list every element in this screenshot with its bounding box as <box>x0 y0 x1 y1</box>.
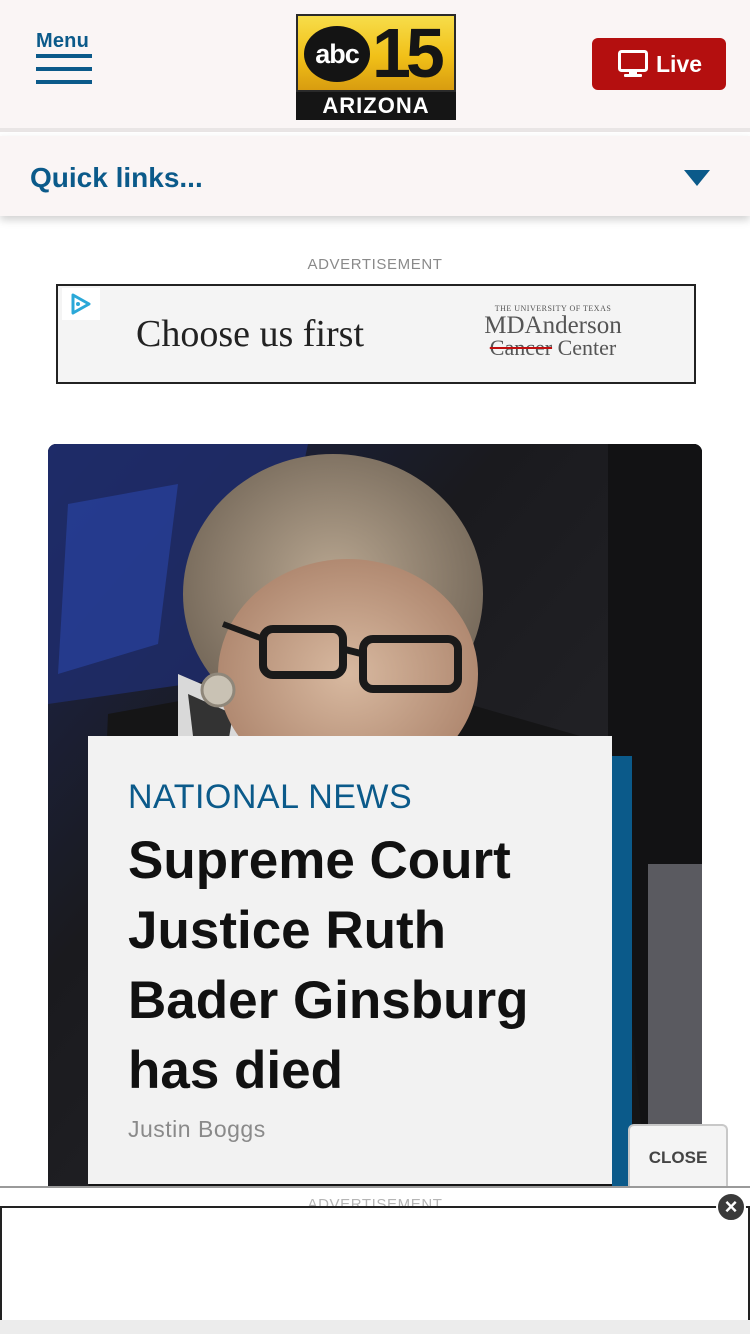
ad-brand-cancer: Cancer <box>489 335 553 360</box>
bottom-strip <box>0 1320 750 1334</box>
top-story-card[interactable]: NATIONAL NEWS Supreme Court Justice Ruth… <box>48 444 702 1204</box>
hamburger-icon <box>36 54 92 93</box>
logo-badge: abc 15 <box>296 14 456 92</box>
story-category[interactable]: NATIONAL NEWS <box>128 778 412 817</box>
ad-banner[interactable]: Choose us first THE UNIVERSITY OF TEXAS … <box>56 284 696 384</box>
quick-links-label: Quick links... <box>30 162 203 193</box>
quick-links-dropdown[interactable]: Quick links... <box>0 136 750 216</box>
ad-headline: Choose us first <box>136 313 364 355</box>
live-button[interactable]: Live <box>592 38 726 90</box>
close-ad-tab[interactable]: CLOSE <box>628 1124 728 1190</box>
tv-icon <box>618 50 648 77</box>
site-header: Menu abc 15 ARIZONA Live <box>0 0 750 132</box>
live-label: Live <box>656 51 703 77</box>
story-text-panel: NATIONAL NEWS Supreme Court Justice Ruth… <box>88 736 612 1184</box>
story-author: Justin Boggs <box>128 1116 266 1142</box>
ad-label: ADVERTISEMENT <box>307 256 443 273</box>
menu-button[interactable]: Menu <box>36 30 96 90</box>
logo-abc: abc <box>304 26 370 82</box>
logo-region: ARIZONA <box>296 92 456 120</box>
ad-brand-center: Center <box>557 335 617 360</box>
close-x-icon[interactable]: × <box>716 1192 746 1222</box>
adchoices-icon[interactable] <box>62 288 100 320</box>
menu-label: Menu <box>36 30 90 52</box>
ad-brand-logo: THE UNIVERSITY OF TEXAS MDAnderson Cance… <box>468 304 638 359</box>
site-logo[interactable]: abc 15 ARIZONA <box>296 14 456 120</box>
caret-down-icon <box>684 170 710 186</box>
close-label: CLOSE <box>648 1148 708 1167</box>
story-headline[interactable]: Supreme Court Justice Ruth Bader Ginsbur… <box>128 826 598 1106</box>
logo-number: 15 <box>372 14 445 92</box>
ad-brand-sub: Cancer Center <box>468 337 638 359</box>
bottom-ad-frame[interactable] <box>0 1206 750 1322</box>
sticky-bottom-ad[interactable]: ADVERTISEMENT <box>0 1186 750 1334</box>
